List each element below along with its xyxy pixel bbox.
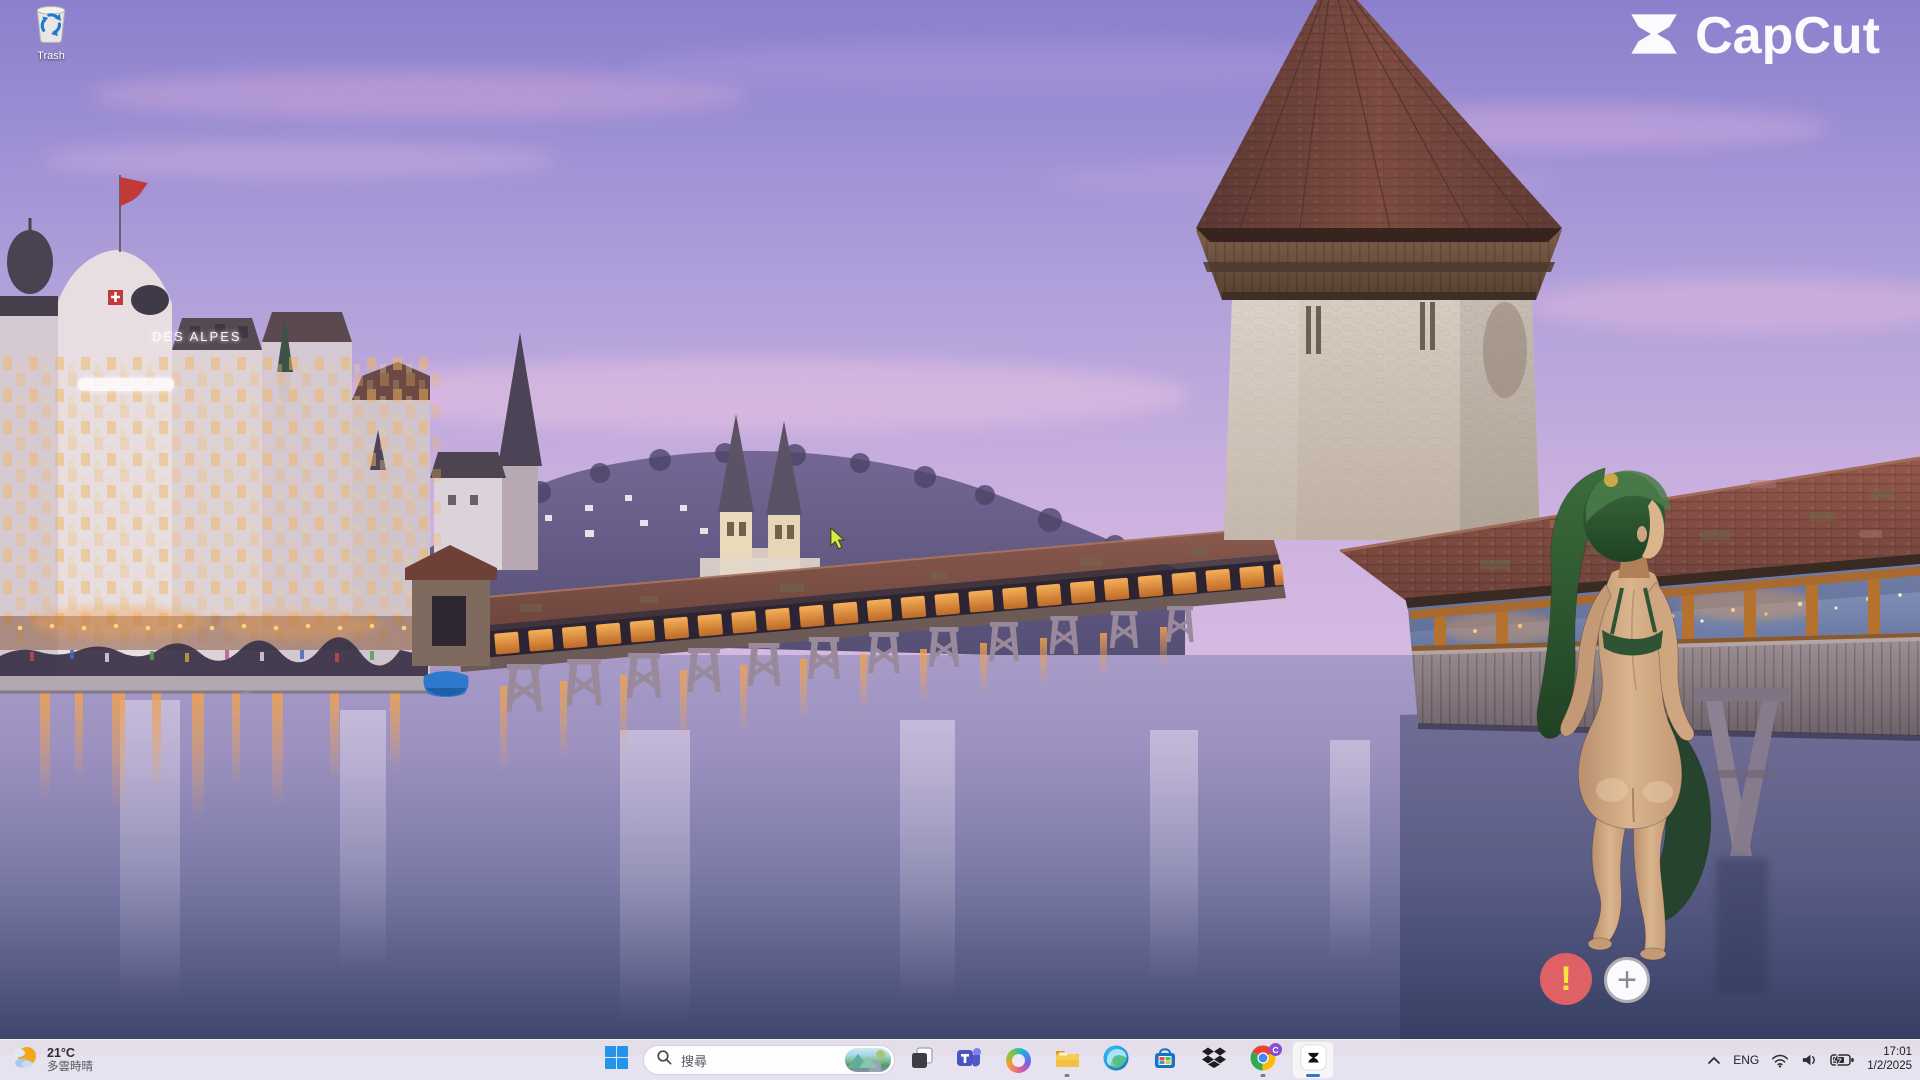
desktop-character[interactable] [1495,445,1735,975]
input-language-button[interactable]: ENG [1733,1053,1759,1067]
edge-icon [1103,1045,1129,1076]
taskbar-app-microsoft-store[interactable] [1145,1042,1185,1078]
alert-glyph: ! [1560,960,1571,999]
recycle-bin-label: Trash [37,50,65,62]
weather-temperature: 21°C [47,1046,93,1060]
taskbar-app-edge[interactable] [1096,1042,1136,1078]
taskbar-app-dropbox[interactable] [1194,1042,1234,1078]
hotel-sign-text: DES ALPES [152,329,242,344]
recycle-bin-shortcut[interactable]: Trash [16,4,86,62]
search-daily-image [845,1048,891,1072]
weather-icon [10,1043,40,1078]
capcut-logo-icon [1623,9,1685,64]
capcut-app-icon [1300,1044,1327,1076]
taskbar-app-copilot[interactable] [998,1042,1038,1078]
teams-icon [956,1045,982,1076]
add-glyph: + [1617,963,1637,997]
wifi-icon[interactable] [1771,1052,1789,1068]
microsoft-store-icon [1152,1045,1178,1076]
recycle-bin-icon [33,4,69,49]
tray-time: 17:01 [1883,1046,1912,1060]
taskbar-app-capcut[interactable] [1292,1041,1334,1079]
task-view-button[interactable] [904,1042,940,1078]
copilot-icon [1006,1048,1031,1073]
start-button[interactable] [598,1042,634,1078]
chrome-profile-badge: C [1269,1043,1282,1056]
capcut-watermark: CapCut [1623,6,1880,66]
weather-condition: 多雲時晴 [47,1061,93,1074]
taskbar-app-chrome[interactable]: C [1243,1042,1283,1078]
taskbar: 21°C 多雲時晴 搜尋 [0,1039,1920,1080]
windows-logo-icon [604,1045,629,1075]
character-hair-tie [1604,473,1618,487]
taskbar-app-teams[interactable] [949,1042,989,1078]
battery-charging-icon[interactable] [1830,1052,1855,1068]
taskbar-app-file-explorer[interactable] [1047,1042,1087,1078]
dropbox-icon [1202,1046,1226,1075]
character-alert-button[interactable]: ! [1540,953,1592,1005]
tray-date: 1/2/2025 [1867,1060,1912,1074]
mouse-cursor [830,528,846,555]
file-explorer-icon [1054,1046,1081,1075]
hidden-icons-chevron[interactable] [1707,1055,1721,1065]
task-view-icon [910,1046,934,1075]
clock[interactable]: 17:01 1/2/2025 [1867,1046,1912,1074]
widgets-weather-button[interactable]: 21°C 多雲時晴 [10,1040,93,1080]
search-placeholder: 搜尋 [681,1051,837,1070]
search-icon [656,1049,673,1071]
volume-icon[interactable] [1801,1052,1818,1068]
search-box[interactable]: 搜尋 [643,1045,895,1075]
capcut-watermark-text: CapCut [1695,6,1880,66]
character-add-button[interactable]: + [1604,957,1650,1003]
